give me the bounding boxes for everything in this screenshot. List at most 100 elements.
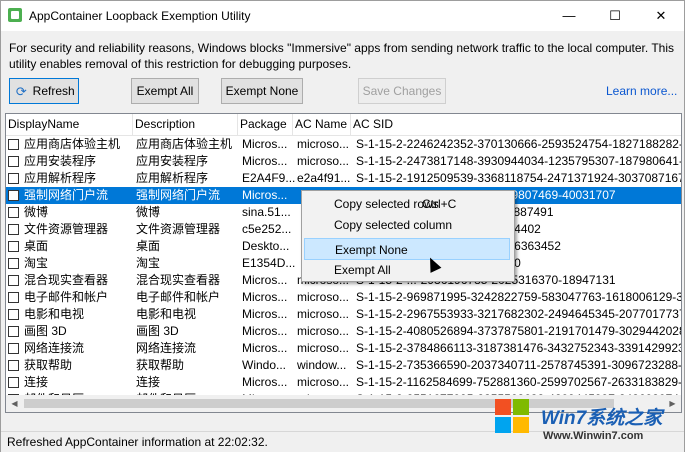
row-checkbox[interactable]	[8, 309, 19, 320]
cell-ac-sid: S-1-15-2-2246242352-370130666-2593524754…	[356, 137, 682, 151]
cell-ac-name: microso...	[297, 154, 350, 168]
cell-ac-name: microso...	[297, 290, 350, 304]
row-checkbox[interactable]	[8, 258, 19, 269]
cell-display-name: 文件资源管理器	[24, 222, 109, 236]
table-row[interactable]: 电影和电视 电影和电视 Micros... microso... S-1-15-2-29…	[6, 306, 681, 323]
cell-package: Micros...	[242, 188, 288, 202]
cell-ac-sid: S-1-15-2-1912509539-3368118754-247137192…	[356, 171, 681, 185]
menu-item-label: Copy selected column	[334, 218, 453, 232]
watermark-url: Www.Winwin7.com	[543, 430, 644, 442]
cell-description: 应用安装程序	[136, 154, 209, 168]
table-row[interactable]: 获取帮助 获取帮助 Windo... window... S-1-15-2-735366…	[6, 357, 682, 374]
column-header-displayname[interactable]: DisplayName	[6, 114, 133, 135]
table-row[interactable]: 应用解析程序 应用解析程序 E2A4F9... e2a4f91... S-1-15-2-…	[6, 170, 681, 187]
cell-package: Deskto...	[242, 239, 290, 253]
cell-ac-sid: S-1-15-2-735366590-2037340711-2578745391…	[356, 358, 682, 372]
status-text: Refreshed AppContainer information at 22…	[7, 435, 268, 449]
app-window: AppContainer Loopback Exemption Utility …	[0, 0, 685, 452]
refresh-button[interactable]: ⟳ Refresh	[9, 78, 79, 104]
minimize-button[interactable]: —	[546, 1, 592, 31]
close-button[interactable]: ✕	[638, 1, 684, 31]
table-row[interactable]: 画图 3D 画图 3D Micros... microso... S-1-15-2-40…	[6, 323, 681, 340]
refresh-button-label: Refresh	[32, 84, 75, 98]
table-row[interactable]: 电子邮件和帐户 电子邮件和帐户 Micros... microso... S-1-15-…	[6, 289, 681, 306]
cell-description: 画图 3D	[136, 324, 179, 338]
row-checkbox[interactable]	[8, 292, 19, 303]
cell-display-name: 微博	[24, 205, 49, 219]
row-checkbox[interactable]	[8, 207, 19, 218]
cell-display-name: 混合现实查看器	[24, 273, 109, 287]
table-row[interactable]: 应用商店体验主机 应用商店体验主机 Micros... microso... S-1-1…	[6, 136, 682, 153]
row-checkbox[interactable]	[8, 241, 19, 252]
menu-item-copy-selected-rows[interactable]: Copy selected rows Ctrl+C	[304, 193, 510, 215]
cell-ac-name: e2a4f91...	[297, 171, 351, 185]
learn-more-link[interactable]: Learn more...	[606, 84, 677, 98]
cell-ac-name: window...	[297, 358, 347, 372]
cell-ac-name: microso...	[297, 307, 350, 321]
exempt-all-button[interactable]: Exempt All	[131, 78, 199, 104]
cell-package: E1354D...	[242, 256, 296, 270]
cell-description: 桌面	[136, 239, 161, 253]
column-header-description[interactable]: Description	[133, 114, 238, 135]
row-checkbox[interactable]	[8, 139, 19, 150]
windows-logo-icon	[495, 399, 531, 435]
cell-description: 电子邮件和帐户	[136, 290, 221, 304]
refresh-icon: ⟳	[15, 83, 27, 99]
column-header-ac-sid[interactable]: AC SID	[351, 114, 681, 135]
description-text: For security and reliability reasons, Wi…	[9, 41, 675, 71]
cell-description: 强制网络门户流	[136, 188, 221, 202]
row-checkbox[interactable]	[8, 343, 19, 354]
cell-description: 连接	[136, 375, 161, 389]
row-checkbox[interactable]	[8, 377, 19, 388]
exempt-none-button[interactable]: Exempt None	[221, 78, 303, 104]
save-changes-button[interactable]: Save Changes	[358, 78, 446, 104]
row-checkbox[interactable]	[8, 173, 19, 184]
maximize-button[interactable]: ☐	[592, 1, 638, 31]
menu-item-label: Exempt All	[334, 263, 391, 277]
cell-display-name: 强制网络门户流	[24, 188, 109, 202]
menu-item-exempt-all[interactable]: Exempt All	[304, 259, 510, 281]
cell-ac-name: microso...	[297, 137, 350, 151]
cell-display-name: 桌面	[24, 239, 49, 253]
watermark: Win7系统之家 Www.Winwin7.com	[487, 397, 683, 449]
cell-description: 电影和电视	[136, 307, 197, 321]
row-checkbox[interactable]	[8, 224, 19, 235]
menu-item-label: Exempt None	[335, 243, 408, 257]
cell-package: Micros...	[242, 137, 288, 151]
title-bar[interactable]: AppContainer Loopback Exemption Utility …	[1, 1, 684, 31]
row-checkbox[interactable]	[8, 326, 19, 337]
menu-item-exempt-none[interactable]: Exempt None	[304, 238, 510, 260]
menu-item-shortcut: Ctrl+C	[422, 197, 457, 211]
cell-description: 混合现实查看器	[136, 273, 221, 287]
row-checkbox[interactable]	[8, 156, 19, 167]
cell-package: Micros...	[242, 290, 288, 304]
cell-ac-name: microso...	[297, 375, 350, 389]
cell-ac-sid: S-1-15-2-2967553933-3217682302-249464534…	[356, 307, 681, 321]
cell-description: 应用商店体验主机	[136, 137, 233, 151]
column-header-package[interactable]: Package	[238, 114, 293, 135]
cell-ac-sid: S-1-15-2-1162584699-752881360-2599702567…	[356, 375, 682, 389]
row-checkbox[interactable]	[8, 275, 19, 286]
cell-description: 应用解析程序	[136, 171, 209, 185]
cell-description: 淘宝	[136, 256, 161, 270]
cell-description: 网络连接流	[136, 341, 197, 355]
table-row[interactable]: 网络连接流 网络连接流 Micros... microso... S-1-15-2-37…	[6, 340, 681, 357]
table-row[interactable]: 应用安装程序 应用安装程序 Micros... microso... S-1-15-2-…	[6, 153, 682, 170]
scroll-left-icon[interactable]: ◀	[6, 395, 23, 412]
cell-ac-sid: S-1-15-2-2473817148-3930944034-123579530…	[356, 154, 682, 168]
cell-package: E2A4F9...	[242, 171, 296, 185]
cell-package: Micros...	[242, 307, 288, 321]
context-menu: Copy selected rows Ctrl+C Copy selected …	[301, 190, 515, 282]
cell-display-name: 网络连接流	[24, 341, 85, 355]
row-checkbox[interactable]	[8, 190, 19, 201]
table-row[interactable]: 连接 连接 Micros... microso... S-1-15-2-11625846…	[6, 374, 682, 391]
cell-display-name: 画图 3D	[24, 324, 67, 338]
window-title: AppContainer Loopback Exemption Utility	[29, 9, 251, 23]
cell-display-name: 连接	[24, 375, 49, 389]
cell-display-name: 电影和电视	[24, 307, 85, 321]
row-checkbox[interactable]	[8, 360, 19, 371]
column-header-ac-name[interactable]: AC Name	[293, 114, 351, 135]
cell-description: 获取帮助	[136, 358, 185, 372]
cell-display-name: 应用商店体验主机	[24, 137, 121, 151]
menu-item-copy-selected-column[interactable]: Copy selected column	[304, 214, 510, 236]
